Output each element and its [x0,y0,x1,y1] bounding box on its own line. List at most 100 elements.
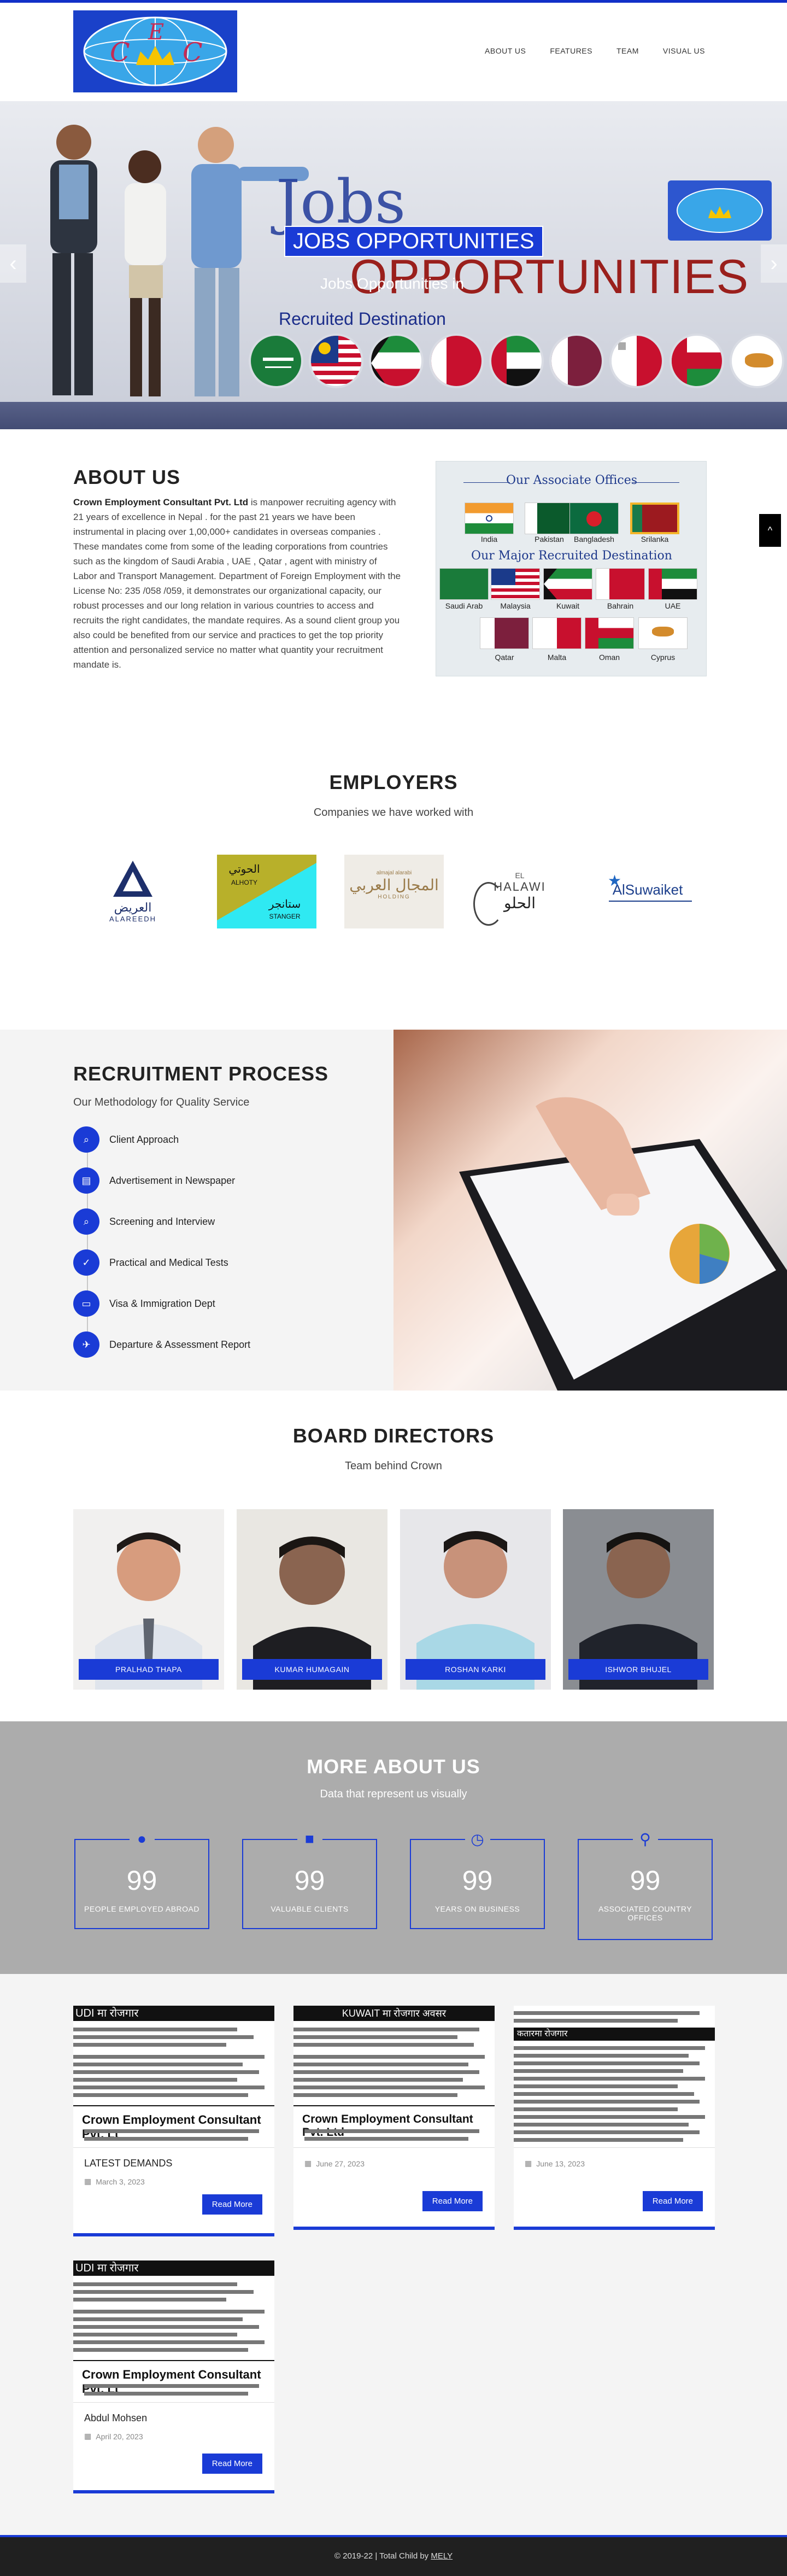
malaysia-flag-icon [309,334,363,388]
news-date-text: March 3, 2023 [96,2177,145,2186]
employer-logo-alhoty[interactable]: الحوتي ALHOTY ستانجر STANGER [216,853,318,930]
major-label-bahrain: Bahrain [607,601,634,610]
user-icon: ● [129,1828,155,1850]
news-card[interactable]: UDI मा रोजगार Crown Employment Consultan… [73,2260,274,2493]
recruitment-step: ▤ Advertisement in Newspaper [73,1166,235,1195]
employer-logo-elhalawi[interactable]: EL HALAWI الحلو [469,853,571,930]
calendar-icon: ▦ [84,2432,92,2440]
pin-icon: ⚲ [632,1828,658,1850]
calendar-icon: ▦ [525,2159,532,2168]
news-date-text: June 27, 2023 [316,2159,365,2168]
read-more-button[interactable]: Read More [642,2191,703,2211]
india-flag-icon [465,503,514,534]
site-footer: © 2019-22 | Total Child by MELY [0,2535,787,2576]
nav-visual-us[interactable]: VISUAL US [663,46,705,55]
director-card[interactable]: ISHWOR BHUJEL [563,1509,714,1690]
bahrain-flag-icon [596,568,645,600]
news-title: LATEST DEMANDS [84,2158,173,2169]
employer-logo-alareedh[interactable]: العريض ALAREEDH [82,853,184,930]
counter-box: ◷ 99 YEARS ON BUSINESS [410,1828,545,1929]
read-more-button[interactable]: Read More [202,2454,262,2474]
director-card[interactable]: ROSHAN KARKI [400,1509,551,1690]
major-label-kuwait: Kuwait [556,601,580,610]
logo-letter-c2: C [183,37,203,68]
employers-title: EMPLOYERS [329,771,458,793]
major-label-cyprus: Cyprus [650,653,676,662]
assoc-label-india: India [480,535,498,544]
news-card[interactable]: KUWAIT मा रोजगार अवसर Crown Employment C… [293,2006,495,2230]
cyprus-flag-icon [730,334,784,388]
news-date-text: June 13, 2023 [536,2159,585,2168]
recruitment-step: ✈ Departure & Assessment Report [73,1330,250,1359]
kuwait-flag-icon [543,568,592,600]
counter-box: ● 99 PEOPLE EMPLOYED ABROAD [74,1828,209,1929]
nav-features[interactable]: FEATURES [550,46,592,55]
bangladesh-flag-icon [569,503,619,534]
recruitment-step: ⌕ Screening and Interview [73,1207,215,1236]
oman-flag-icon [669,334,724,388]
calendar-icon: ▦ [84,2177,92,2186]
hero-flag-row [249,334,784,388]
slider-next-icon[interactable]: › [761,244,787,283]
step-label: Screening and Interview [109,1216,215,1227]
alhoty-arabic: الحوتي [228,863,260,875]
slider-prev-icon[interactable]: ‹ [0,244,26,283]
hero-logo-badge [668,180,772,241]
recruitment-step: ✓ Practical and Medical Tests [73,1248,228,1277]
elhalawi-prefix: EL [515,871,525,880]
malta-flag-icon [532,617,582,649]
site-header: C E C ABOUT US FEATURES TEAM VISUAL US [0,3,787,101]
counter-value: 99 [630,1865,661,1896]
clip-headline: KUWAIT मा रोजगार अवसर [293,2006,495,2021]
almajal-small: almajal alarabi [376,869,412,876]
assoc-label-bangladesh: Bangladesh [574,535,614,544]
company-logo[interactable]: C E C [73,10,237,92]
major-label-malaysia: Malaysia [500,601,531,610]
search-icon: ⌕ [73,1126,99,1153]
footer-brand-link[interactable]: MELY [431,2551,453,2561]
newspaper-clip-image: KUWAIT मा रोजगार अवसर Crown Employment C… [293,2006,495,2148]
footer-text: © 2019-22 | Total Child by MELY [0,2551,787,2561]
tablet-photo [393,1030,787,1391]
alhoty-name: ALHOTY [231,878,257,886]
almajal-name: HOLDING [378,893,410,900]
clock-icon: ◷ [465,1828,490,1850]
logo-letter-c1: C [110,37,130,68]
logo-letter-e: E [148,20,164,45]
plane-icon: ✈ [73,1331,99,1358]
employer-logo-alsuwaiket[interactable]: ★ AlSuwaiket [597,853,698,930]
board-subtitle: Team behind Crown [345,1460,442,1472]
srilanka-flag-icon [630,503,679,534]
hero-bottom-band [0,402,787,429]
side-chevron-up-icon[interactable]: ^ [759,514,781,547]
associate-offices-map: Our Associate Offices India Pakistan Ban… [436,461,707,676]
footer-copyright: © 2019-22 | Total Child by [334,2551,429,2561]
news-card[interactable]: UDI मा रोजगार Crown Employment Consultan… [73,2006,274,2236]
nav-team[interactable]: TEAM [616,46,639,55]
saudi-flag-icon [249,334,303,388]
director-card[interactable]: KUMAR HUMAGAIN [237,1509,387,1690]
major-destination-title: Our Major Recruited Destination [471,549,672,563]
about-body: is manpower recruiting agency with 21 ye… [73,497,401,670]
step-label: Advertisement in Newspaper [109,1175,236,1186]
news-card[interactable]: कतारमा रोजगार ▦ June 13, 2023 Read More [514,2006,715,2230]
assoc-label-srilanka: Srilanka [641,535,669,544]
read-more-button[interactable]: Read More [422,2191,483,2211]
cyprus-flag-icon [638,617,688,649]
news-date-text: April 20, 2023 [96,2432,143,2441]
news-title: Abdul Mohsen [84,2413,148,2423]
about-title: ABOUT US [73,466,180,488]
read-more-button[interactable]: Read More [202,2194,262,2215]
globe-logo-icon: C E C [83,16,227,86]
recruitment-title: RECRUITMENT PROCESS [73,1062,329,1085]
nav-about-us[interactable]: ABOUT US [485,46,526,55]
director-name: ISHWOR BHUJEL [568,1659,708,1680]
employer-logo-almajal[interactable]: almajal alarabi المجال العربي HOLDING [343,853,445,930]
clip-headline: UDI मा रोजगार [73,2260,274,2276]
clip-headline: UDI मा रोजगार [73,2006,274,2021]
hero-slider: Jobs JOBS OPPORTUNITIES OPPORTUNITIES Jo… [0,101,787,429]
director-card[interactable]: PRALHAD THAPA [73,1509,224,1690]
pakistan-flag-icon [525,503,574,534]
news-date: ▦ March 3, 2023 [84,2177,263,2186]
news-date: ▦ June 13, 2023 [525,2159,704,2168]
